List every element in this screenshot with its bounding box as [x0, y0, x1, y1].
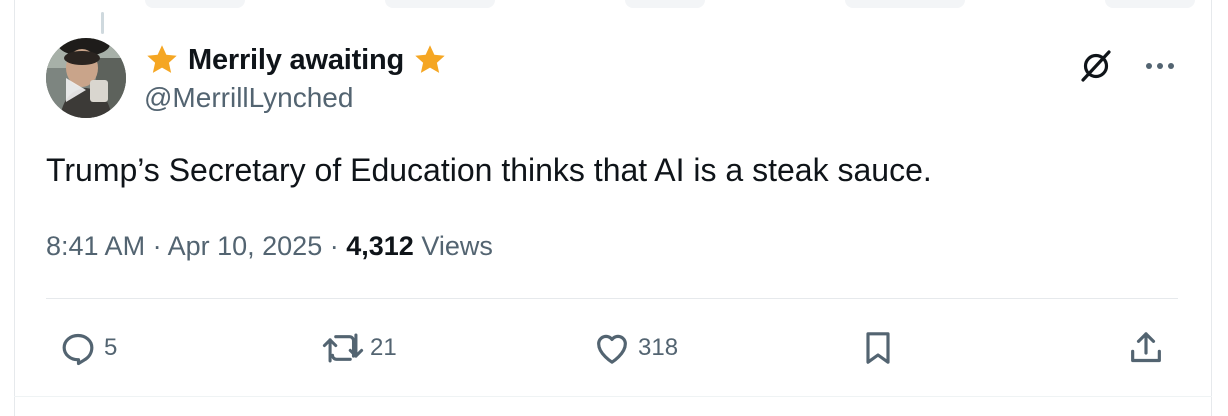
divider [46, 298, 1178, 299]
bookmark-icon [866, 332, 890, 364]
heart-icon [597, 334, 627, 364]
meta-separator: · [329, 231, 339, 261]
bookmark-button[interactable] [858, 328, 898, 368]
repost-icon [322, 333, 364, 363]
author-handle[interactable]: @MerrillLynched [144, 82, 353, 114]
star-icon [415, 45, 445, 73]
previous-tweet-edge [845, 0, 965, 8]
tweet-date[interactable]: Apr 10, 2025 [168, 231, 323, 261]
avatar[interactable] [46, 38, 126, 118]
grok-button[interactable] [1076, 46, 1116, 86]
tweet-text: Trump’s Secretary of Education thinks th… [46, 152, 932, 188]
share-button[interactable] [1126, 328, 1166, 368]
avatar-image [46, 38, 126, 118]
more-dots-icon [1146, 63, 1174, 69]
author-display-name[interactable]: Merrily awaiting [188, 44, 404, 77]
author-name-row[interactable]: Merrily awaiting [144, 40, 448, 80]
reply-count: 5 [104, 334, 118, 361]
tweet-time[interactable]: 8:41 AM [46, 231, 145, 261]
views-label: Views [421, 231, 493, 261]
card-bottom-border [14, 396, 1212, 397]
reply-icon [62, 333, 94, 366]
like-count: 318 [638, 334, 679, 361]
share-icon [1131, 332, 1161, 363]
previous-tweet-edge [1105, 0, 1195, 8]
like-button[interactable]: 318 [592, 328, 678, 368]
views-count: 4,312 [346, 231, 414, 261]
tweet-meta: 8:41 AM · Apr 10, 2025 · 4,312 Views [46, 228, 493, 264]
reply-button[interactable]: 5 [58, 328, 117, 368]
repost-count: 21 [370, 334, 397, 361]
tweet-action-bar: 5 21 318 [46, 320, 1178, 376]
repost-button[interactable]: 21 [322, 328, 397, 368]
previous-tweet-edge [145, 0, 245, 8]
previous-tweet-edge [385, 0, 495, 8]
slashed-circle-icon [1081, 50, 1111, 82]
more-options-button[interactable] [1138, 46, 1182, 86]
thread-connector-line [101, 12, 104, 34]
star-icon [147, 45, 177, 73]
previous-tweet-edge [625, 0, 705, 8]
meta-separator: · [152, 231, 162, 261]
